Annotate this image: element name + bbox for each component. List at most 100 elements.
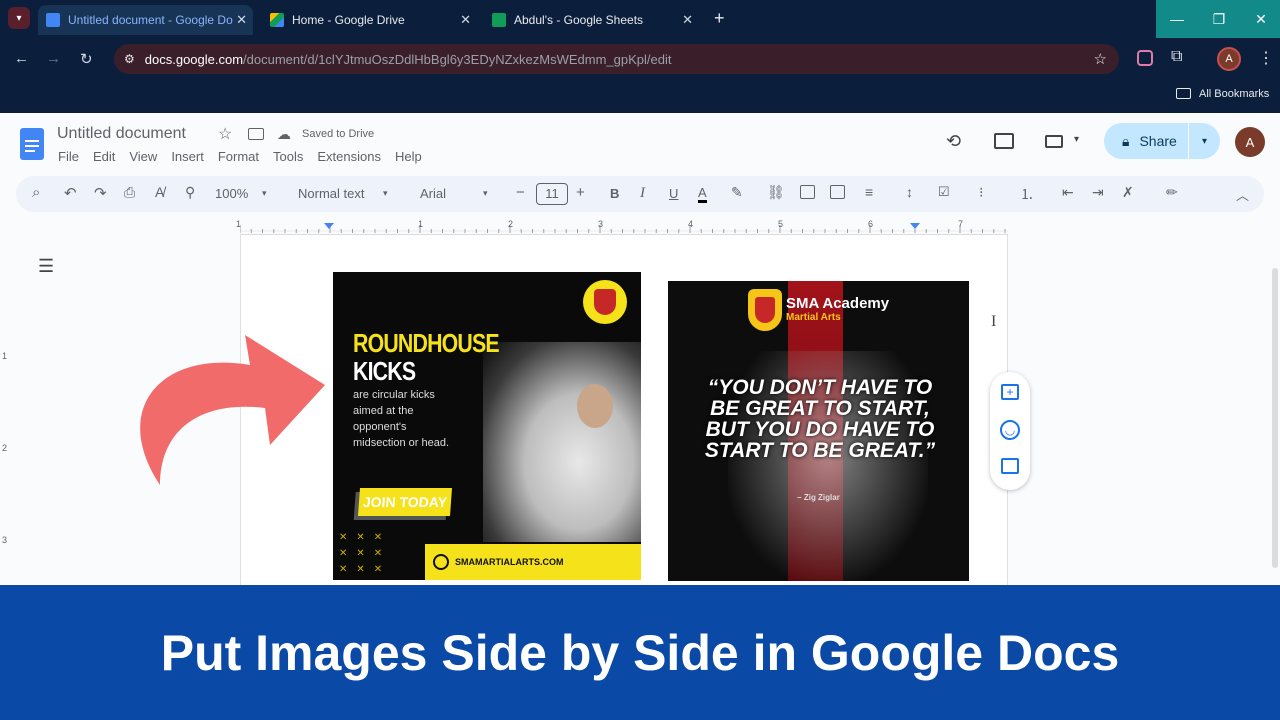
menu-edit[interactable]: Edit [93, 149, 115, 164]
menu-tools[interactable]: Tools [273, 149, 303, 164]
back-arrow-icon[interactable]: ← [14, 50, 29, 67]
decrease-font-size-icon[interactable]: − [516, 184, 525, 201]
hide-menus-icon[interactable]: ︿ [1236, 185, 1249, 204]
numbered-list-icon[interactable]: ⒈ [1020, 184, 1034, 204]
website-text: SMAMARTIALARTS.COM [455, 557, 564, 567]
quote-text: “YOU DON’T HAVE TO BE GREAT TO START, BU… [704, 376, 936, 462]
maximize-button[interactable]: ❐ [1198, 0, 1240, 38]
site-info-icon[interactable]: ⚙ [124, 52, 135, 66]
close-tab-icon[interactable]: ✕ [682, 12, 693, 28]
brand-subtitle: Martial Arts [786, 312, 841, 323]
version-history-icon[interactable]: ⟲ [946, 131, 961, 152]
decrease-indent-icon[interactable]: ⇤ [1062, 184, 1074, 201]
print-icon[interactable]: ⎙ [124, 184, 135, 201]
banner-text: Put Images Side by Side in Google Docs [160, 624, 1120, 681]
align-left-icon[interactable]: ≡ [865, 184, 873, 200]
insert-image-icon[interactable] [830, 185, 845, 199]
clear-formatting-icon[interactable]: ✗ [1122, 184, 1134, 201]
undo-icon[interactable]: ↶ [64, 184, 77, 202]
globe-icon [433, 554, 449, 570]
forward-arrow-icon[interactable]: → [46, 50, 61, 67]
close-tab-icon[interactable]: ✕ [236, 12, 247, 28]
suggest-edits-icon[interactable] [1001, 458, 1019, 474]
line-spacing-icon[interactable]: ↕ [906, 184, 913, 200]
ruler-mark: 3 [598, 219, 604, 229]
font-size-input[interactable]: 11 [536, 183, 568, 205]
tab-google-docs[interactable]: Untitled document - Google Do ✕ [38, 5, 253, 35]
underline-icon[interactable]: U [669, 186, 678, 201]
bookmarks-bar: All Bookmarks [0, 80, 1280, 113]
insert-link-icon[interactable]: ⛓ [767, 184, 785, 201]
spellcheck-icon[interactable]: A̸ [155, 184, 164, 200]
left-indent-marker[interactable] [324, 223, 334, 229]
font-select[interactable]: Arial [420, 186, 446, 201]
menu-extensions[interactable]: Extensions [317, 149, 381, 164]
share-button[interactable]: 🔒︎ Share ▾ [1104, 123, 1220, 159]
emoji-reaction-icon[interactable]: ◡ [1000, 420, 1020, 440]
headline-roundhouse: ROUNDHOUSE [353, 328, 500, 358]
italic-icon[interactable]: I [640, 185, 645, 202]
tab-search-icon[interactable]: ▾ [8, 7, 30, 29]
bookmark-star-icon[interactable]: ☆ [1094, 50, 1107, 68]
browser-toolbar: ← → ↻ ⚙ docs.google.com /document/d/1clY… [0, 38, 1280, 80]
redo-icon[interactable]: ↷ [94, 184, 107, 202]
document-outline-icon[interactable]: ☰ [38, 256, 54, 277]
ruler-mark: 2 [508, 219, 514, 229]
extensions-puzzle-icon[interactable]: ⧉ [1171, 48, 1182, 66]
tab-google-drive[interactable]: Home - Google Drive ✕ [262, 5, 477, 35]
bold-icon[interactable]: B [610, 186, 619, 201]
roundhouse-kicks-image[interactable]: ROUNDHOUSE KICKS are circular kicks aime… [333, 272, 641, 580]
text-cursor-icon: I [991, 313, 997, 330]
meet-camera-icon[interactable] [1045, 135, 1063, 148]
all-bookmarks-link[interactable]: All Bookmarks [1199, 88, 1269, 100]
style-dropdown-icon[interactable]: ▾ [383, 188, 388, 199]
style-select[interactable]: Normal text [298, 186, 364, 201]
new-tab-button[interactable]: + [714, 8, 725, 29]
menu-insert[interactable]: Insert [171, 149, 204, 164]
menu-format[interactable]: Format [218, 149, 259, 164]
red-arrow-icon [140, 335, 325, 485]
more-menu-icon[interactable]: ⋮ [1258, 48, 1274, 68]
comments-icon[interactable] [994, 133, 1014, 149]
add-comment-icon[interactable]: + [1001, 384, 1019, 400]
sheets-favicon-icon [492, 13, 506, 27]
docs-logo-icon[interactable] [20, 128, 44, 160]
close-window-button[interactable]: ✕ [1240, 0, 1280, 38]
text-color-icon[interactable]: A [698, 186, 707, 203]
reload-icon[interactable]: ↻ [80, 50, 93, 68]
increase-font-size-icon[interactable]: + [576, 184, 585, 201]
increase-indent-icon[interactable]: ⇥ [1092, 184, 1104, 201]
zoom-dropdown-icon[interactable]: ▾ [262, 188, 267, 199]
menu-view[interactable]: View [129, 149, 157, 164]
bulleted-list-icon[interactable]: ⁝ [979, 184, 983, 201]
highlight-icon[interactable]: ✎ [731, 184, 743, 201]
paint-format-icon[interactable]: ⚲ [185, 184, 195, 201]
font-dropdown-icon[interactable]: ▾ [483, 188, 488, 199]
extension-icon[interactable] [1137, 50, 1153, 66]
menu-file[interactable]: File [58, 149, 79, 164]
motivational-quote-image[interactable]: SMA Academy Martial Arts “YOU DON’T HAVE… [668, 281, 969, 581]
horizontal-ruler[interactable]: 1 1 2 3 4 5 6 7 [236, 219, 1008, 235]
scrollbar-thumb[interactable] [1272, 268, 1278, 568]
right-indent-marker[interactable] [910, 223, 920, 229]
account-avatar[interactable]: A [1235, 127, 1265, 157]
profile-avatar[interactable]: A [1217, 47, 1241, 71]
zoom-select[interactable]: 100% [215, 186, 248, 201]
share-dropdown-icon[interactable]: ▾ [1188, 123, 1220, 159]
minimize-button[interactable]: — [1156, 0, 1198, 38]
add-comment-icon[interactable] [800, 185, 815, 199]
document-title[interactable]: Untitled document [57, 125, 186, 143]
search-menus-icon[interactable]: ⌕ [32, 184, 40, 201]
tab-google-sheets[interactable]: Abdul's - Google Sheets ✕ [484, 5, 699, 35]
docs-favicon-icon [46, 13, 60, 27]
decorative-x-pattern: ✕✕✕ ✕✕✕ ✕✕✕ [339, 532, 392, 575]
address-bar[interactable]: ⚙ docs.google.com /document/d/1clYJtmuOs… [114, 44, 1119, 74]
move-folder-icon[interactable] [248, 128, 264, 140]
menu-help[interactable]: Help [395, 149, 422, 164]
formatting-toolbar: ⌕ ↶ ↷ ⎙ A̸ ⚲ 100% ▾ Normal text ▾ Arial … [16, 176, 1264, 212]
meet-dropdown-icon[interactable]: ▾ [1074, 134, 1079, 145]
editing-mode-icon[interactable]: ✏ [1166, 184, 1178, 201]
checklist-icon[interactable]: ☑ [938, 184, 950, 200]
close-tab-icon[interactable]: ✕ [460, 12, 471, 28]
star-icon[interactable]: ☆ [218, 124, 232, 144]
